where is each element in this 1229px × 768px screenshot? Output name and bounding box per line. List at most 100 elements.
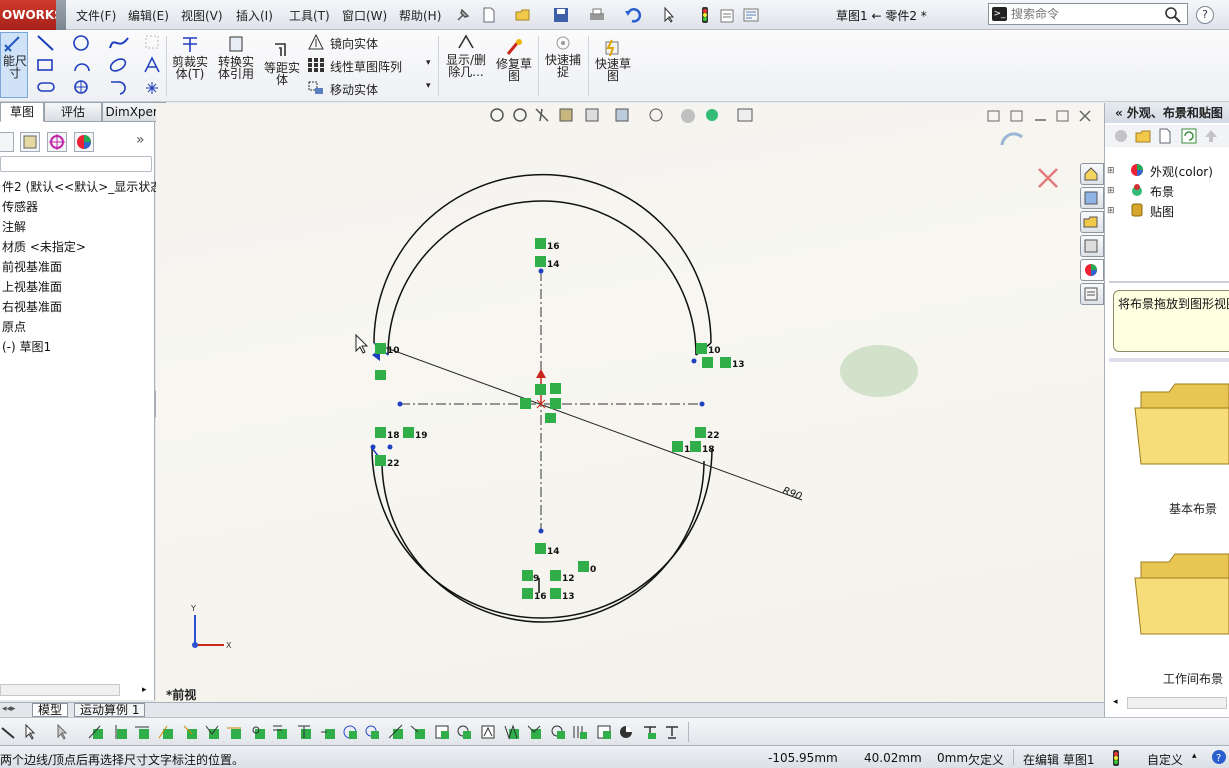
task-pane-scrollbar[interactable]: [1127, 697, 1227, 709]
sketch-fillet-icon[interactable]: [108, 56, 128, 74]
coincident-relation-icon[interactable]: [88, 724, 104, 740]
quick-snaps-button[interactable]: 快速捕 捉: [542, 34, 584, 90]
horizontal-relation-icon[interactable]: [134, 724, 150, 740]
new-document-icon[interactable]: [480, 6, 498, 24]
tab-motion-study[interactable]: 运动算例 1: [74, 703, 146, 717]
tab-view-palette[interactable]: [1080, 235, 1104, 257]
add-folder-icon[interactable]: [1135, 128, 1151, 144]
status-units[interactable]: 自定义: [1147, 751, 1183, 768]
display-manager-icon[interactable]: [74, 132, 94, 152]
slot-icon[interactable]: [36, 78, 56, 96]
help-button[interactable]: ?: [1196, 6, 1214, 24]
move-entities-dropdown[interactable]: ▾: [426, 81, 431, 91]
search-input[interactable]: [1011, 6, 1161, 22]
tree-item-appearances[interactable]: 外观(color): [1150, 163, 1213, 180]
move-entities-label[interactable]: 移动实体: [330, 81, 378, 98]
tab-model[interactable]: 模型: [32, 703, 69, 717]
linear-pattern-label[interactable]: 线性草图阵列: [330, 58, 402, 75]
parallel-relation-icon[interactable]: [182, 724, 198, 740]
concentric-relation-icon[interactable]: [250, 724, 266, 740]
tree-item-annotations[interactable]: 注解: [2, 218, 26, 235]
folder-label-basic-scenes[interactable]: 基本布景: [1169, 500, 1217, 517]
add-file-icon[interactable]: [1157, 128, 1173, 144]
status-help-icon[interactable]: ?: [1211, 749, 1227, 765]
midpoint-relation-icon[interactable]: [320, 724, 336, 740]
sketch-point-relation-icon[interactable]: [550, 724, 566, 740]
pin-icon[interactable]: [454, 6, 472, 24]
spline-icon[interactable]: [108, 34, 130, 52]
units-dropdown-icon[interactable]: ▴: [1192, 751, 1197, 761]
menu-edit[interactable]: 编辑(E): [128, 7, 169, 24]
fully-define-icon[interactable]: [596, 724, 612, 740]
point-icon[interactable]: [144, 80, 160, 96]
toolbar-handle-icon[interactable]: [0, 724, 16, 740]
mirror-icon[interactable]: [307, 34, 325, 50]
tangent-relation-icon[interactable]: [226, 724, 242, 740]
rapid-sketch-button[interactable]: 快速草 图: [592, 38, 634, 94]
search-box[interactable]: >_: [988, 3, 1188, 25]
construction-grid-icon[interactable]: [144, 34, 160, 50]
smart-dimension-button[interactable]: 能尺 寸: [0, 32, 28, 98]
property-manager-icon[interactable]: [20, 132, 40, 152]
fix-relation-icon[interactable]: [158, 724, 174, 740]
parallel-y-relation-icon[interactable]: [572, 724, 588, 740]
app-logo[interactable]: OWORKS: [0, 0, 63, 30]
select-other-icon[interactable]: [54, 724, 70, 740]
tree-item-right-plane[interactable]: 右视基准面: [2, 298, 62, 315]
tree-item-scenes[interactable]: 布景: [1150, 183, 1174, 200]
confirmation-corner[interactable]: [1000, 132, 1058, 188]
select-icon[interactable]: [22, 724, 38, 740]
tab-sketch[interactable]: 草图: [0, 102, 44, 122]
scan-equal-icon[interactable]: [664, 724, 680, 740]
move-entities-icon[interactable]: [307, 80, 325, 96]
mirror-label[interactable]: 镜向实体: [330, 35, 378, 52]
collinear-relation-icon[interactable]: [296, 724, 312, 740]
feature-tree-tab[interactable]: [0, 132, 14, 152]
search-icon[interactable]: [1164, 6, 1182, 24]
equal-relation-icon[interactable]: [272, 724, 288, 740]
tree-item-sketch1[interactable]: (-) 草图1: [2, 338, 51, 355]
rebuild-status-icon[interactable]: [1111, 750, 1121, 766]
arc-icon[interactable]: [72, 56, 92, 74]
rectangle-icon[interactable]: [36, 56, 54, 74]
panel-expand-icon[interactable]: »: [136, 132, 145, 148]
tree-item-material[interactable]: 材质 <未指定>: [2, 238, 86, 255]
rebuild-icon[interactable]: [696, 6, 714, 24]
menu-insert[interactable]: 插入(I): [236, 7, 273, 24]
tab-custom-properties[interactable]: [1080, 283, 1104, 305]
tree-filter-input[interactable]: [0, 156, 152, 172]
graphics-window-controls[interactable]: [987, 110, 1091, 122]
line-icon[interactable]: [36, 34, 56, 52]
linear-pattern-icon[interactable]: [307, 57, 325, 73]
tree-item-part[interactable]: 件2 (默认<<默认>_显示状态: [2, 178, 162, 195]
circle-icon[interactable]: [72, 34, 90, 52]
file-properties-icon[interactable]: [718, 6, 736, 24]
merge-relation-icon[interactable]: [410, 724, 426, 740]
menu-view[interactable]: 视图(V): [181, 7, 223, 24]
select-arrow-icon[interactable]: [660, 6, 678, 24]
tree-item-decals[interactable]: 贴图: [1150, 203, 1174, 220]
tab-design-library[interactable]: [1080, 187, 1104, 209]
sketch-canvas[interactable]: R90 16 14 10 10 13 18 19 22 22 18 14 9 1…: [156, 103, 1104, 703]
open-folder-icon[interactable]: [514, 6, 532, 24]
folder-label-studio-scenes[interactable]: 工作间布景: [1163, 670, 1223, 687]
options-icon[interactable]: [742, 6, 760, 24]
tab-solidworks-resources[interactable]: [1080, 163, 1104, 185]
vertical-relation-icon[interactable]: [112, 724, 128, 740]
linear-pattern-dropdown[interactable]: ▾: [426, 58, 431, 68]
polygon-icon[interactable]: [72, 78, 90, 96]
sketch-geometry[interactable]: R90: [370, 173, 804, 623]
radius-dimension-text[interactable]: R90: [781, 485, 803, 502]
heads-up-view-toolbar[interactable]: [490, 108, 753, 123]
coradial-relation-icon[interactable]: [504, 724, 520, 740]
scroll-left-arrow[interactable]: ◂: [1113, 697, 1118, 707]
tab-file-explorer[interactable]: [1080, 211, 1104, 233]
pierce-relation-icon[interactable]: [388, 724, 404, 740]
undo-icon[interactable]: [624, 6, 642, 24]
perpendicular-relation-icon[interactable]: [204, 724, 220, 740]
intersection-relation-icon[interactable]: [364, 724, 380, 740]
tree-scroll-right-arrow[interactable]: ▸: [142, 685, 147, 695]
along-z-relation-icon[interactable]: [480, 724, 496, 740]
menu-window[interactable]: 窗口(W): [342, 7, 387, 24]
tree-item-front-plane[interactable]: 前视基准面: [2, 258, 62, 275]
